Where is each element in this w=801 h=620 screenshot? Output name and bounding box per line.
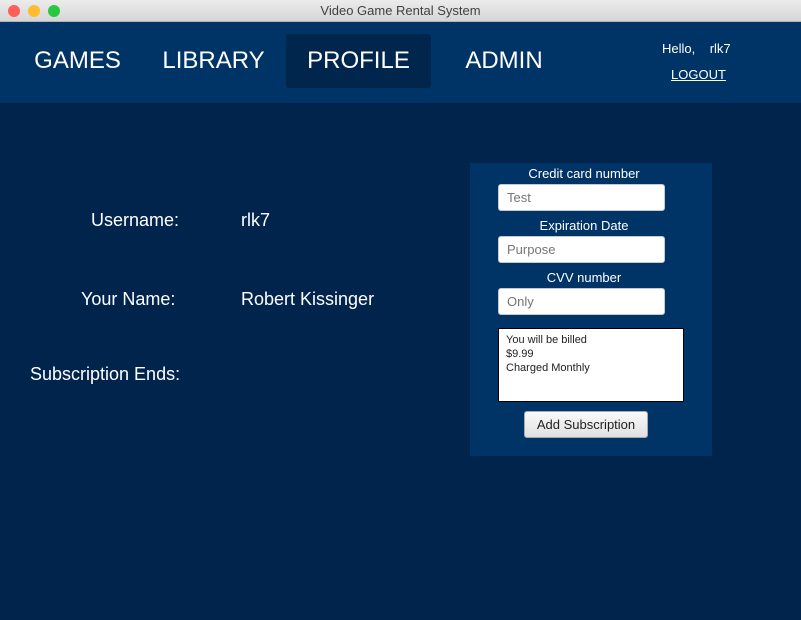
expiration-date-label: Expiration Date <box>539 218 629 233</box>
tab-profile[interactable]: PROFILE <box>286 34 431 88</box>
zoom-window-button[interactable] <box>48 5 60 17</box>
tab-admin[interactable]: ADMIN <box>450 34 558 88</box>
billing-price: $9.99 <box>506 348 534 360</box>
greeting-username: rlk7 <box>709 41 731 56</box>
credit-card-input[interactable] <box>498 184 665 211</box>
name-label: Your Name: <box>81 289 176 309</box>
credit-card-label: Credit card number <box>528 166 640 181</box>
greeting-text: Hello, <box>662 41 696 56</box>
tab-library[interactable]: LIBRARY <box>150 34 277 88</box>
username-value: rlk7 <box>241 210 271 230</box>
billing-line: You will be billed <box>506 334 587 346</box>
minimize-window-button[interactable] <box>28 5 40 17</box>
name-value: Robert Kissinger <box>241 289 375 309</box>
add-subscription-button[interactable]: Add Subscription <box>524 411 648 438</box>
tab-games[interactable]: GAMES <box>20 34 135 88</box>
greeting: Hello, rlk7 <box>662 41 731 56</box>
window-title: Video Game Rental System <box>320 3 481 18</box>
billing-info-textarea[interactable]: You will be billed $9.99 Charged Monthly <box>498 328 684 402</box>
cvv-input[interactable] <box>498 288 665 315</box>
close-window-button[interactable] <box>8 5 20 17</box>
nav-header: GAMES LIBRARY PROFILE ADMIN Hello, rlk7 … <box>0 22 801 103</box>
cvv-label: CVV number <box>546 270 622 285</box>
title-bar: Video Game Rental System <box>0 0 801 22</box>
username-label: Username: <box>91 210 180 230</box>
expiration-date-input[interactable] <box>498 236 665 263</box>
subscription-panel: Credit card number Expiration Date CVV n… <box>470 163 712 456</box>
logout-link[interactable]: LOGOUT <box>671 67 726 82</box>
billing-line: Charged Monthly <box>506 362 590 374</box>
subscription-ends-label: Subscription Ends: <box>30 364 181 384</box>
